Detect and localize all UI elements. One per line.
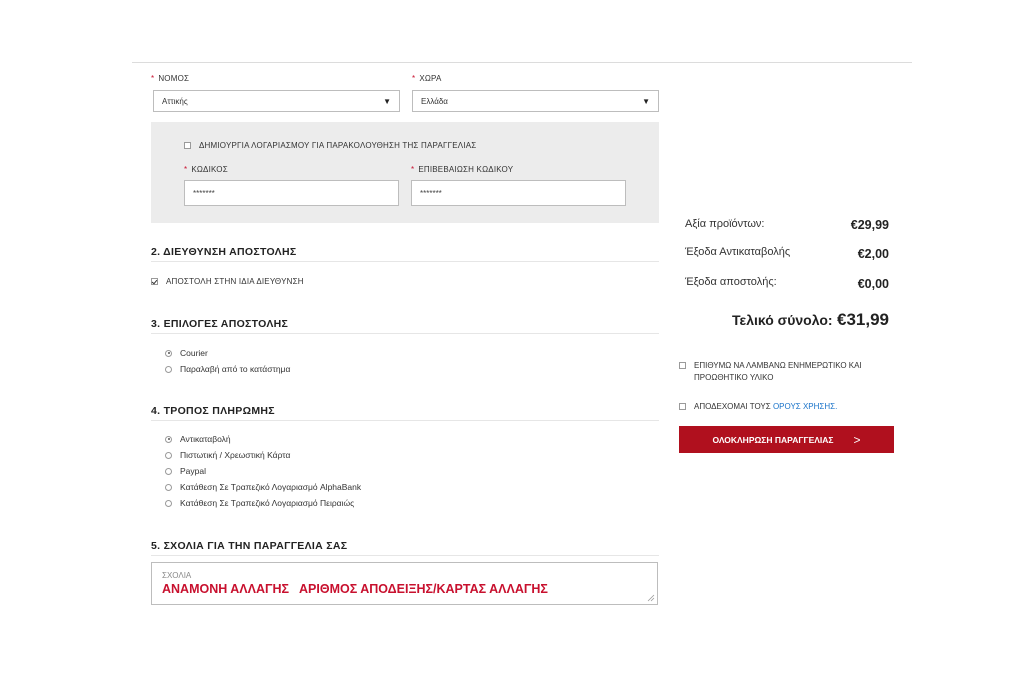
confirm-password-value: *******: [420, 188, 442, 198]
radio-selected[interactable]: [165, 435, 172, 443]
radio-unselected[interactable]: [165, 365, 172, 373]
payment-option-cod[interactable]: Αντικαταβολή: [165, 434, 231, 444]
shipping-option-label: Παραλαβή από το κατάστημα: [180, 364, 291, 374]
shipping-fee-value: €0,00: [857, 277, 889, 291]
same-address-label: ΑΠΟΣΤΟΛΗ ΣΤΗΝ ΙΔΙΑ ΔΙΕΥΘΥΝΣΗ: [166, 277, 304, 286]
complete-order-button[interactable]: ΟΛΟΚΛΗΡΩΣΗ ΠΑΡΑΓΓΕΛΙΑΣ >: [679, 426, 894, 453]
section-divider: [151, 261, 659, 262]
radio-unselected[interactable]: [165, 499, 172, 507]
cod-fee-label: Έξοδα Αντικαταβολής: [685, 246, 791, 258]
password-label: * ΚΩΔΙΚΟΣ: [184, 165, 228, 174]
order-comments-heading: 5. ΣΧΟΛΙΑ ΓΙΑ ΤΗΝ ΠΑΡΑΓΓΕΛΙΑ ΣΑΣ: [151, 540, 348, 552]
same-address-checkbox[interactable]: [151, 278, 158, 285]
region-label: * ΝΟΜΟΣ: [151, 74, 190, 83]
comments-placeholder: ΣΧΟΛΙΑ: [162, 571, 192, 580]
country-select[interactable]: Ελλάδα ▼: [412, 90, 659, 112]
password-value: *******: [193, 188, 215, 198]
terms-prefix: ΑΠΟΔΕΧΟΜΑΙ ΤΟΥΣ: [694, 402, 771, 411]
radio-selected[interactable]: [165, 349, 172, 357]
create-account-checkbox[interactable]: [184, 142, 191, 149]
required-marker: *: [151, 74, 155, 83]
same-address-row[interactable]: ΑΠΟΣΤΟΛΗ ΣΤΗΝ ΙΔΙΑ ΔΙΕΥΘΥΝΣΗ: [151, 277, 304, 286]
shipping-fee-label: Έξοδα αποστολής:: [685, 276, 777, 288]
shipping-option-label: Courier: [180, 348, 208, 358]
password-input[interactable]: *******: [184, 180, 399, 206]
payment-option-label: Paypal: [180, 466, 206, 476]
complete-order-label: ΟΛΟΚΛΗΡΩΣΗ ΠΑΡΑΓΓΕΛΙΑΣ: [712, 434, 834, 445]
shipping-option-store-pickup[interactable]: Παραλαβή από το κατάστημα: [165, 364, 290, 374]
section-divider: [151, 555, 659, 556]
payment-option-label: Κατάθεση Σε Τραπεζικό Λογαριασμό Πειραιώ…: [180, 498, 355, 508]
products-value: €29,99: [850, 218, 889, 232]
payment-method-heading: 4. ΤΡΟΠΟΣ ΠΛΗΡΩΜΗΣ: [151, 405, 275, 417]
shipping-options-heading: 3. ΕΠΙΛΟΓΕΣ ΑΠΟΣΤΟΛΗΣ: [151, 318, 289, 330]
order-total-label: Τελικό σύνολο:: [732, 312, 833, 328]
comments-textarea[interactable]: ΣΧΟΛΙΑ ΑΝΑΜΟΝΗ ΑΛΛΑΓΗΣ ΑΡΙΘΜΟΣ ΑΠΟΔΕΙΞΗΣ…: [151, 562, 658, 605]
radio-unselected[interactable]: [165, 451, 172, 459]
select-arrow-icon: ▼: [383, 96, 391, 106]
payment-option-label: Αντικαταβολή: [180, 434, 231, 444]
section-divider: [151, 420, 659, 421]
terms-consent-row[interactable]: ΑΠΟΔΕΧΟΜΑΙ ΤΟΥΣ ΟΡΟΥΣ ΧΡΗΣΗΣ.: [679, 402, 837, 411]
newsletter-label-line2: ΠΡΟΩΘΗΤΙΚΟ ΥΛΙΚΟ: [694, 373, 774, 382]
newsletter-checkbox[interactable]: [679, 362, 686, 369]
region-select-value: Αττικής: [162, 96, 188, 106]
comments-value: ΑΝΑΜΟΝΗ ΑΛΛΑΓΗΣ ΑΡΙΘΜΟΣ ΑΠΟΔΕΙΞΗΣ/ΚΑΡΤΑΣ…: [162, 582, 548, 596]
order-total-value: €31,99: [837, 310, 889, 329]
terms-checkbox[interactable]: [679, 403, 686, 410]
terms-label: ΑΠΟΔΕΧΟΜΑΙ ΤΟΥΣ ΟΡΟΥΣ ΧΡΗΣΗΣ.: [694, 402, 837, 411]
payment-option-paypal[interactable]: Paypal: [165, 466, 206, 476]
payment-option-piraeus[interactable]: Κατάθεση Σε Τραπεζικό Λογαριασμό Πειραιώ…: [165, 498, 354, 508]
newsletter-label: ΕΠΙΘΥΜΩ ΝΑ ΛΑΜΒΑΝΩ ΕΝΗΜΕΡΩΤΙΚΟ ΚΑΙ ΠΡΟΩΘ…: [694, 360, 862, 384]
order-total-row: Τελικό σύνολο: €31,99: [700, 310, 889, 330]
cod-fee-value: €2,00: [857, 247, 889, 261]
country-select-value: Ελλάδα: [421, 96, 448, 106]
products-value-label: Αξία προϊόντων:: [685, 218, 765, 230]
region-select[interactable]: Αττικής ▼: [153, 90, 400, 112]
payment-option-label: Πιστωτική / Χρεωστική Κάρτα: [180, 450, 291, 460]
shipping-option-courier[interactable]: Courier: [165, 348, 208, 358]
required-marker: *: [411, 165, 415, 174]
confirm-password-input[interactable]: *******: [411, 180, 626, 206]
newsletter-label-line1: ΕΠΙΘΥΜΩ ΝΑ ΛΑΜΒΑΝΩ ΕΝΗΜΕΡΩΤΙΚΟ ΚΑΙ: [694, 361, 862, 370]
radio-unselected[interactable]: [165, 467, 172, 475]
top-divider: [132, 62, 912, 63]
create-account-label: ΔΗΜΙΟΥΡΓΙΑ ΛΟΓΑΡΙΑΣΜΟΥ ΓΙΑ ΠΑΡΑΚΟΛΟΥΘΗΣΗ…: [199, 141, 477, 150]
chevron-right-icon: >: [853, 432, 861, 447]
newsletter-consent-row[interactable]: ΕΠΙΘΥΜΩ ΝΑ ΛΑΜΒΑΝΩ ΕΝΗΜΕΡΩΤΙΚΟ ΚΑΙ ΠΡΟΩΘ…: [679, 360, 862, 384]
required-marker: *: [184, 165, 188, 174]
terms-link[interactable]: ΟΡΟΥΣ ΧΡΗΣΗΣ.: [773, 402, 837, 411]
section-divider: [151, 333, 659, 334]
payment-option-label: Κατάθεση Σε Τραπεζικό Λογαριασμό AlphaBa…: [180, 482, 362, 492]
payment-option-card[interactable]: Πιστωτική / Χρεωστική Κάρτα: [165, 450, 290, 460]
country-label: * ΧΩΡΑ: [412, 74, 442, 83]
radio-unselected[interactable]: [165, 483, 172, 491]
shipping-address-heading: 2. ΔΙΕΥΘΥΝΣΗ ΑΠΟΣΤΟΛΗΣ: [151, 246, 297, 258]
payment-option-alphabank[interactable]: Κατάθεση Σε Τραπεζικό Λογαριασμό AlphaBa…: [165, 482, 361, 492]
create-account-row[interactable]: ΔΗΜΙΟΥΡΓΙΑ ΛΟΓΑΡΙΑΣΜΟΥ ΓΙΑ ΠΑΡΑΚΟΛΟΥΘΗΣΗ…: [184, 141, 476, 150]
confirm-password-label: * ΕΠΙΒΕΒΑΙΩΣΗ ΚΩΔΙΚΟΥ: [411, 165, 514, 174]
required-marker: *: [412, 74, 416, 83]
resize-grip-icon[interactable]: [647, 594, 655, 602]
select-arrow-icon: ▼: [642, 96, 650, 106]
